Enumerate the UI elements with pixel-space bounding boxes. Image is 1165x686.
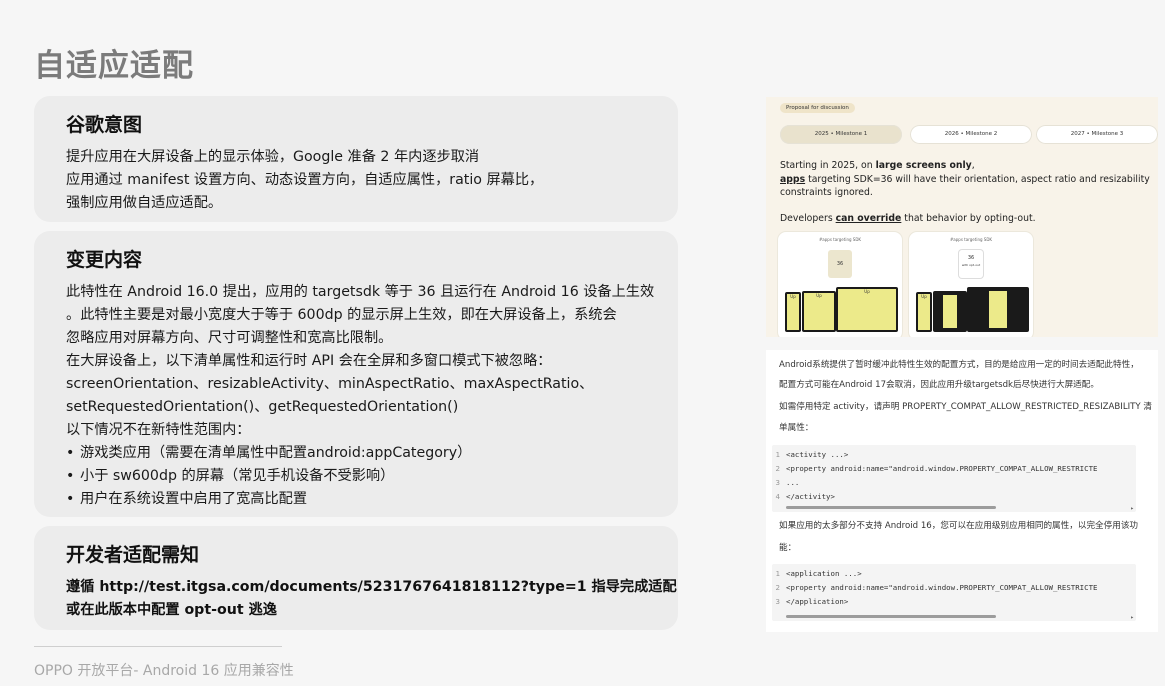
- text-line: 忽略应用对屏幕方向、尺寸可调整性和宽高比限制。: [66, 330, 393, 346]
- card-title: 谷歌意图: [66, 114, 143, 136]
- application-code-block[interactable]: 1 <application ...> 2 <property android:n…: [772, 564, 1136, 621]
- illustration-default: #apps targeting SDK 36 Up Up Up: [778, 232, 902, 337]
- change-content-card: 变更内容 此特性在 Android 16.0 提出，应用的 targetsdk …: [34, 231, 678, 517]
- footer-text: OPPO 开放平台- Android 16 应用兼容性: [34, 663, 294, 679]
- text-line: setRequestedOrientation()、getRequestedOr…: [66, 399, 459, 415]
- text-line: 以下情况不在新特性范围内：: [66, 422, 251, 438]
- horizontal-scrollbar[interactable]: [786, 506, 996, 509]
- proposal-tag: Proposal for discussion: [780, 103, 855, 113]
- text-line: 强制应用做自适应适配。: [66, 195, 223, 211]
- code-text: <activity ...>: [786, 450, 849, 459]
- device-label: Up: [864, 289, 870, 294]
- tab-milestone-3[interactable]: 2027 • Milestone 3: [1036, 125, 1158, 144]
- code-text: <property android:name="android.window.P…: [786, 464, 1098, 473]
- proposal-screenshot: Proposal for discussion 2025 • Milestone…: [766, 97, 1158, 337]
- card-title: 变更内容: [66, 249, 143, 271]
- apps-link[interactable]: apps: [780, 174, 805, 185]
- letterbox-content: [943, 295, 957, 328]
- override-paragraph: Developers can override that behavior by…: [780, 212, 1150, 226]
- code-text: </activity>: [786, 492, 835, 501]
- override-link[interactable]: can override: [836, 213, 902, 224]
- text-segment: Starting in 2025, on: [780, 160, 876, 171]
- text-segment: Developers: [780, 213, 836, 224]
- code-text: </application>: [786, 597, 849, 606]
- code-line: 1 <activity ...>: [772, 448, 1136, 462]
- text-line: 或在此版本中配置 opt-out 逃逸: [66, 602, 277, 618]
- code-line: 1 <application ...>: [772, 567, 1136, 581]
- exception-list: 游戏类应用（需要在清单属性中配置android:appCategory） 小于 …: [66, 442, 658, 511]
- device-foldable: [933, 291, 967, 332]
- proposal-paragraph: Starting in 2025, on large screens only,…: [780, 159, 1150, 200]
- docs-paragraph: Android系统提供了暂时缓冲此特性生效的配置方式，目的是给应用一定的时间去适…: [779, 360, 1139, 370]
- device-tablet: [967, 287, 1029, 332]
- text-line[interactable]: 遵循 http://test.itgsa.com/documents/52317…: [66, 576, 677, 599]
- list-item: 用户在系统设置中启用了宽高比配置: [66, 488, 658, 511]
- page-title: 自适应适配: [34, 48, 194, 84]
- activity-code-block[interactable]: 1 <activity ...> 2 <property android:name…: [772, 445, 1136, 512]
- tab-milestone-2[interactable]: 2026 • Milestone 2: [910, 125, 1032, 144]
- docs-paragraph: 单属性：: [779, 423, 814, 433]
- sdk-value: 36: [967, 255, 975, 261]
- sdk-badge: 36 with opt-out: [959, 250, 983, 278]
- device-phone: Up: [916, 292, 932, 332]
- device-label: Up: [790, 294, 796, 299]
- milestone-tabs: 2025 • Milestone 1 2026 • Milestone 2 20…: [780, 125, 1158, 144]
- line-number: 1: [775, 450, 780, 459]
- illustration-label: #apps targeting SDK: [949, 237, 993, 242]
- line-number: 2: [775, 583, 780, 592]
- line-number: 1: [775, 569, 780, 578]
- list-item: 小于 sw600dp 的屏幕（常见手机设备不受影响）: [66, 465, 658, 488]
- line-number: 4: [775, 492, 780, 501]
- device-label: Up: [921, 294, 927, 299]
- tab-milestone-1[interactable]: 2025 • Milestone 1: [780, 125, 902, 144]
- text-segment: that behavior by opting-out.: [901, 213, 1036, 224]
- horizontal-scrollbar[interactable]: [786, 615, 996, 618]
- scroll-right-icon[interactable]: ▸: [1130, 505, 1134, 512]
- developer-notes-card: 开发者适配需知 遵循 http://test.itgsa.com/documen…: [34, 526, 678, 630]
- code-line: 3 ...: [772, 476, 1136, 490]
- docs-paragraph: 配置方式可能在Android 17会取消，因此应用升级targetsdk后尽快进…: [779, 380, 1099, 390]
- list-item: 游戏类应用（需要在清单属性中配置android:appCategory）: [66, 442, 658, 465]
- sdk-badge: 36: [828, 250, 852, 278]
- docs-paragraph: 如果应用的太多部分不支持 Android 16，您可以在应用级别应用相同的属性，…: [779, 521, 1139, 531]
- card-body: 遵循 http://test.itgsa.com/documents/52317…: [66, 576, 677, 622]
- opt-out-docs-screenshot: Android系统提供了暂时缓冲此特性生效的配置方式，目的是给应用一定的时间去适…: [766, 350, 1158, 632]
- line-number: 2: [775, 464, 780, 473]
- text-line: 提升应用在大屏设备上的显示体验，Google 准备 2 年内逐步取消: [66, 149, 480, 165]
- text-line: 。此特性主要是对最小宽度大于等于 600dp 的显示屏上生效，即在大屏设备上，系…: [66, 307, 617, 323]
- illustration-label: #apps targeting SDK: [818, 237, 862, 242]
- code-line: 3 </application>: [772, 595, 1136, 609]
- code-text: <application ...>: [786, 569, 862, 578]
- text-segment: large screens only: [875, 160, 972, 171]
- scroll-right-icon[interactable]: ▸: [1130, 614, 1134, 621]
- google-intent-card: 谷歌意图 提升应用在大屏设备上的显示体验，Google 准备 2 年内逐步取消 …: [34, 96, 678, 222]
- card-body: 提升应用在大屏设备上的显示体验，Google 准备 2 年内逐步取消 应用通过 …: [66, 146, 658, 215]
- text-line: 此特性在 Android 16.0 提出，应用的 targetsdk 等于 36…: [66, 284, 655, 300]
- device-phone: Up: [785, 292, 801, 332]
- letterbox-content: [989, 291, 1007, 328]
- text-line: screenOrientation、resizableActivity、minA…: [66, 376, 594, 392]
- card-body: 此特性在 Android 16.0 提出，应用的 targetsdk 等于 36…: [66, 281, 658, 511]
- docs-paragraph: 能：: [779, 543, 797, 553]
- text-segment: targeting SDK=36 will have their orienta…: [780, 173, 1150, 199]
- code-text: ...: [786, 478, 800, 487]
- illustration-opt-out: #apps targeting SDK 36 with opt-out Up: [909, 232, 1033, 337]
- device-tablet: Up: [836, 287, 898, 332]
- code-line: 4 </activity>: [772, 490, 1136, 504]
- text-line: 在大屏设备上，以下清单属性和运行时 API 会在全屏和多窗口模式下被忽略：: [66, 353, 552, 369]
- line-number: 3: [775, 478, 780, 487]
- code-line: 2 <property android:name="android.window…: [772, 581, 1136, 595]
- line-number: 3: [775, 597, 780, 606]
- card-title: 开发者适配需知: [66, 544, 200, 566]
- device-label: Up: [816, 293, 822, 298]
- device-foldable: Up: [802, 291, 836, 332]
- footer-divider: [34, 646, 282, 647]
- text-line: 应用通过 manifest 设置方向、动态设置方向，自适应属性，ratio 屏幕…: [66, 172, 544, 188]
- docs-paragraph: 如需停用特定 activity，请声明 PROPERTY_COMPAT_ALLO…: [779, 402, 1152, 412]
- code-text: <property android:name="android.window.P…: [786, 583, 1098, 592]
- sdk-sub: with opt-out: [961, 263, 981, 267]
- text-segment: ,: [971, 160, 975, 171]
- code-line: 2 <property android:name="android.window…: [772, 462, 1136, 476]
